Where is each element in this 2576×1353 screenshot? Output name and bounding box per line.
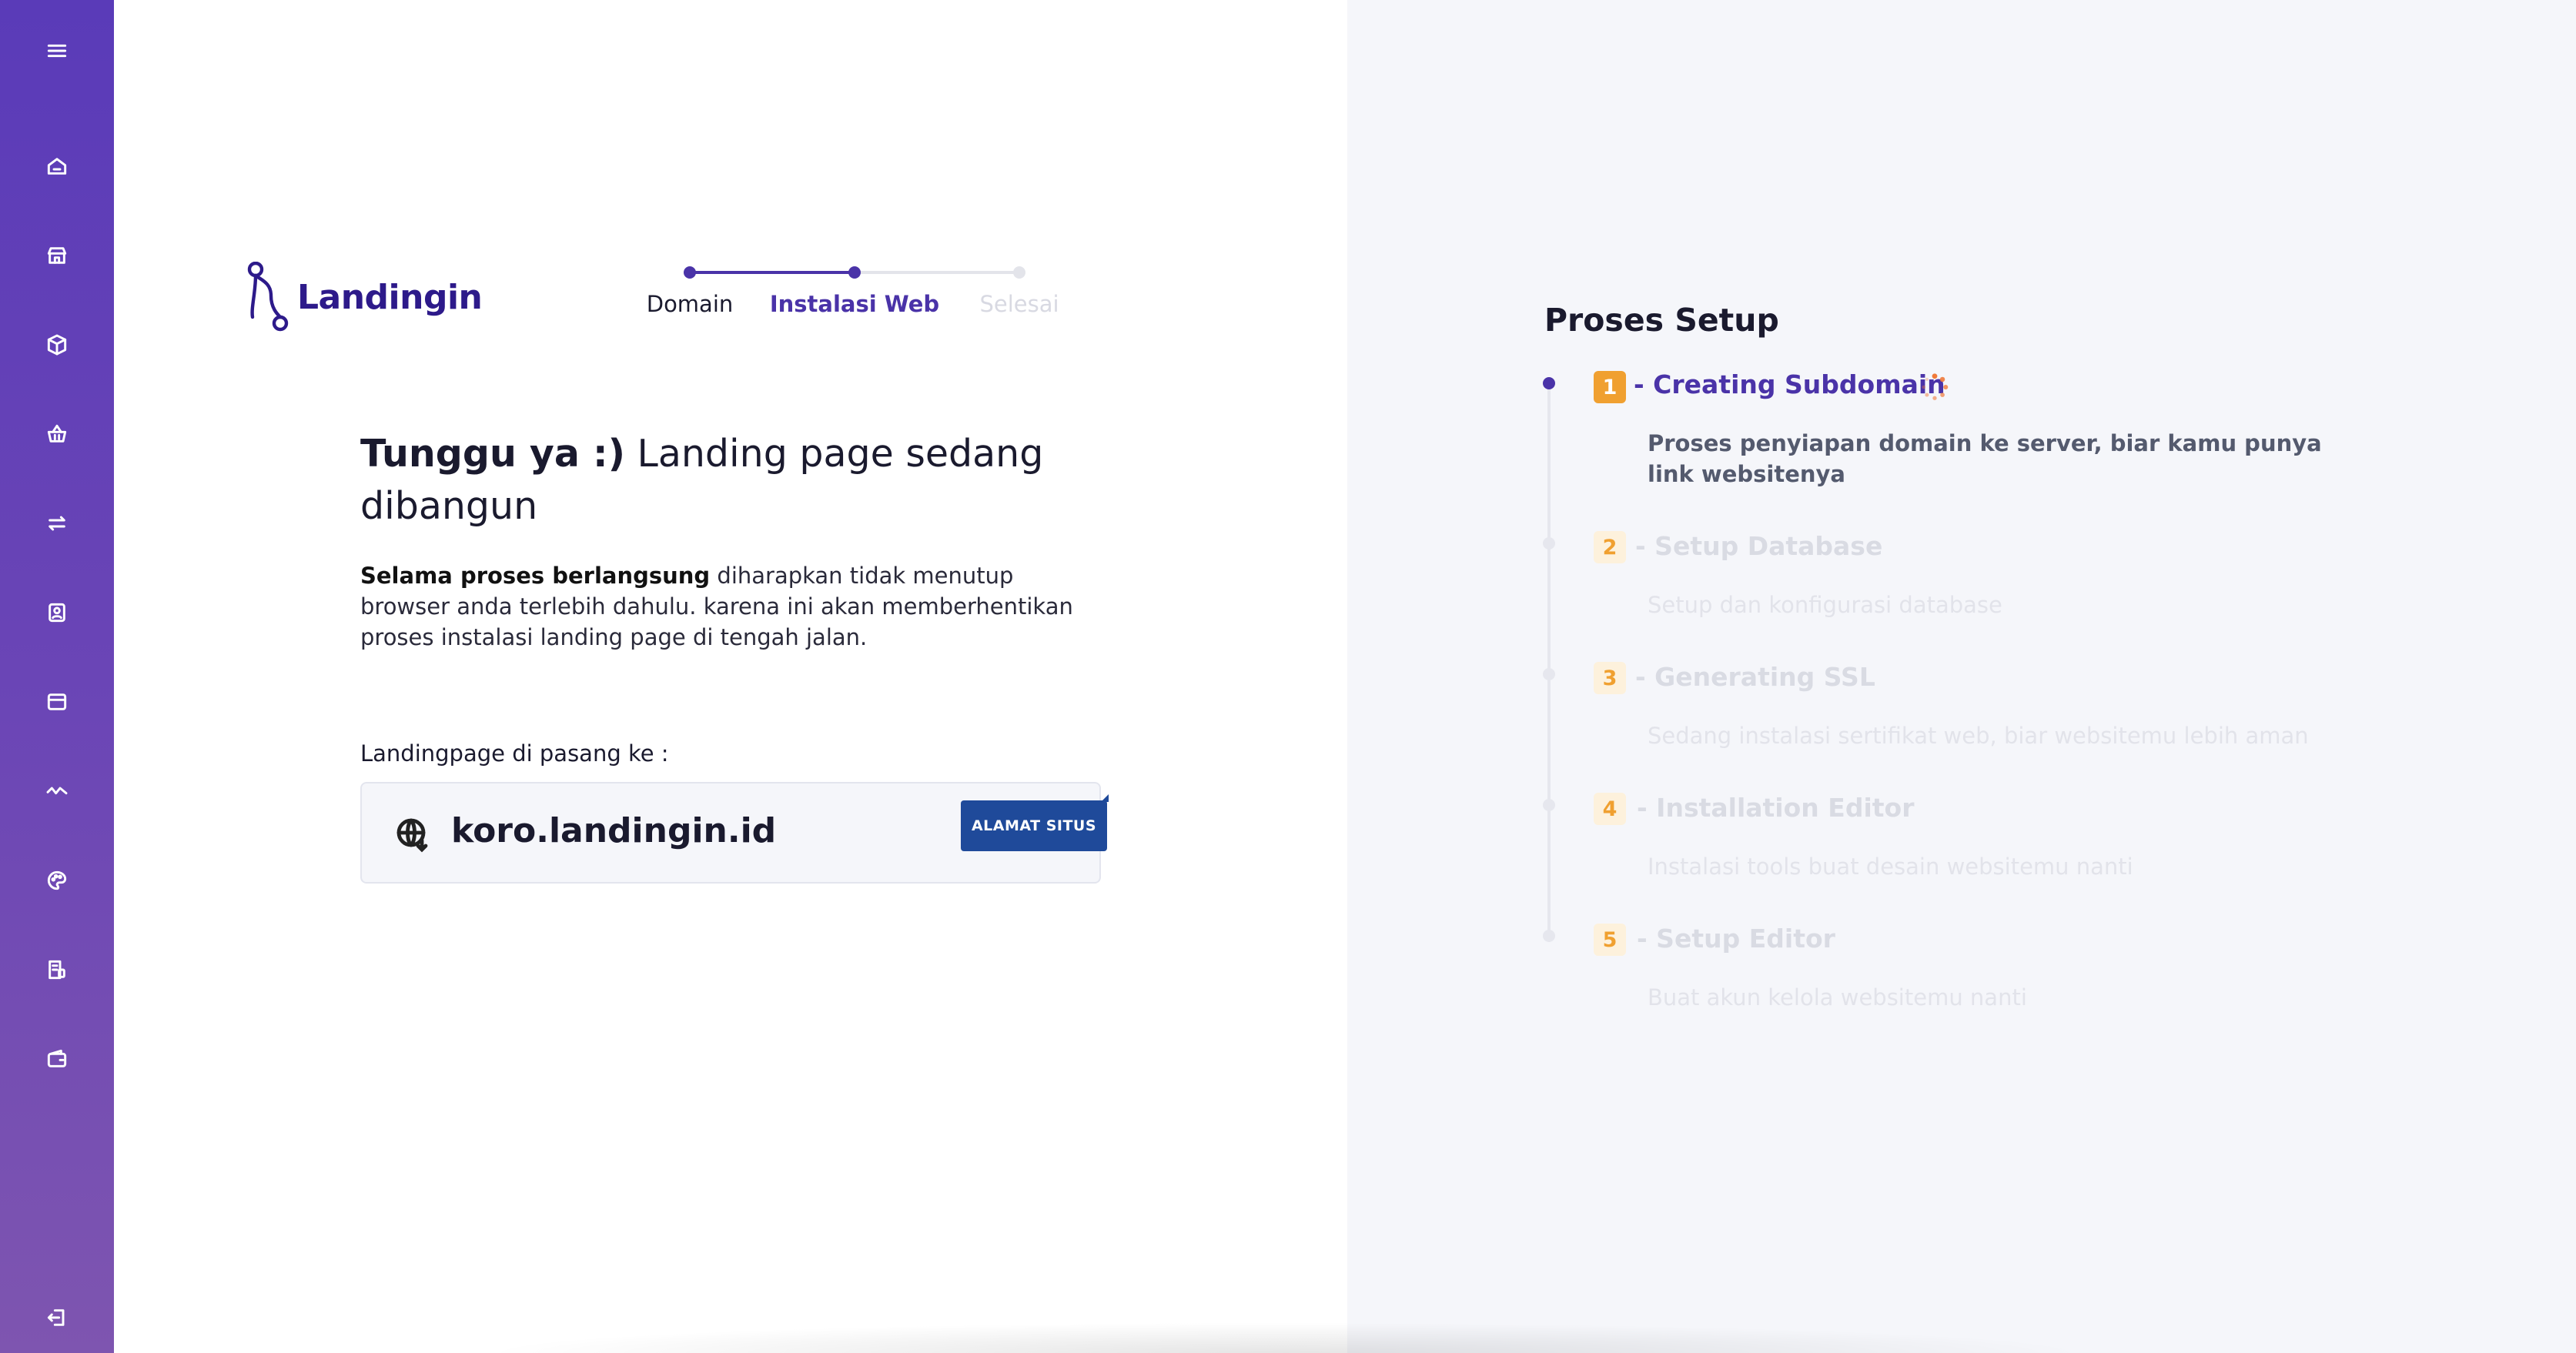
step-1-title: - Creating Subdomain (1634, 369, 1945, 399)
step-3-badge: 3 (1594, 662, 1626, 694)
palette-icon[interactable] (34, 857, 80, 904)
step-2-title: - Setup Database (1635, 531, 1883, 561)
page-heading: Tunggu ya :) Landing page sedang dibangu… (360, 428, 1130, 533)
loading-spinner-icon (1922, 373, 1949, 400)
step-5-title: - Setup Editor (1637, 924, 1835, 954)
stepper-line-done (690, 271, 855, 274)
timeline-dot-5 (1543, 930, 1555, 942)
timeline-dot-4 (1543, 799, 1555, 811)
brand-name: Landingin (297, 277, 483, 317)
brand-logo[interactable]: Landingin (246, 262, 483, 332)
site-address-button[interactable]: ALAMAT SITUS (961, 800, 1107, 851)
step-3-title: - Generating SSL (1635, 662, 1875, 692)
step-2-desc: Setup dan konfigurasi database (1648, 592, 2002, 618)
browser-icon[interactable] (34, 679, 80, 725)
menu-icon[interactable] (34, 28, 80, 74)
step-1-desc: Proses penyiapan domain ke server, biar … (1648, 430, 2322, 487)
stepper: Domain Instalasi Web Selesai (531, 262, 1116, 323)
step-4-title: - Installation Editor (1637, 793, 1915, 823)
timeline-dot-2 (1543, 537, 1555, 550)
step-5-badge: 5 (1594, 924, 1626, 956)
main-panel (114, 0, 1347, 1353)
stepper-dot-selesai (1013, 266, 1025, 279)
activity-icon[interactable] (34, 768, 80, 814)
install-label: Landingpage di pasang ke : (360, 740, 669, 767)
wallet-icon[interactable] (34, 1036, 80, 1082)
logout-icon[interactable] (34, 1295, 80, 1341)
stepper-label-instalasi[interactable]: Instalasi Web (770, 291, 939, 317)
report-icon[interactable] (34, 947, 80, 993)
transfer-icon[interactable] (34, 500, 80, 546)
timeline-dot-3 (1543, 668, 1555, 680)
timeline-line (1547, 382, 1551, 939)
step-3-desc: Sedang instalasi sertifikat web, biar we… (1648, 723, 2309, 749)
sidebar (0, 0, 114, 1353)
box-icon[interactable] (34, 322, 80, 368)
globe-download-icon (394, 816, 431, 853)
desc-bold: Selama proses berlangsung (360, 563, 711, 589)
process-panel (1347, 0, 2576, 1353)
step-5-desc: Buat akun kelola websitemu nanti (1648, 984, 2027, 1011)
home-icon[interactable] (34, 143, 80, 189)
stepper-dot-instalasi (848, 266, 861, 279)
timeline-dot-1 (1543, 377, 1555, 389)
stepper-dot-domain (684, 266, 696, 279)
step-4-badge: 4 (1594, 793, 1626, 825)
page-description: Selama proses berlangsung diharapkan tid… (360, 560, 1076, 653)
step-1-badge: 1 (1594, 371, 1626, 403)
step-4-desc: Instalasi tools buat desain websitemu na… (1648, 854, 2133, 880)
stepper-label-domain[interactable]: Domain (647, 291, 734, 317)
stepper-label-selesai[interactable]: Selesai (979, 291, 1059, 317)
heading-bold: Tunggu ya :) (360, 432, 625, 476)
domain-value: koro.landingin.id (451, 811, 777, 850)
store-icon[interactable] (34, 232, 80, 279)
domain-box: koro.landingin.id ALAMAT SITUS (360, 782, 1109, 884)
landingin-logo-icon (247, 262, 289, 332)
basket-icon[interactable] (34, 411, 80, 457)
step-2-badge: 2 (1594, 531, 1626, 563)
contact-icon[interactable] (34, 590, 80, 636)
process-title: Proses Setup (1544, 302, 1779, 339)
stepper-line-pending (855, 271, 1019, 274)
bottom-shadow (477, 1322, 2094, 1353)
button-corner (1101, 794, 1109, 802)
